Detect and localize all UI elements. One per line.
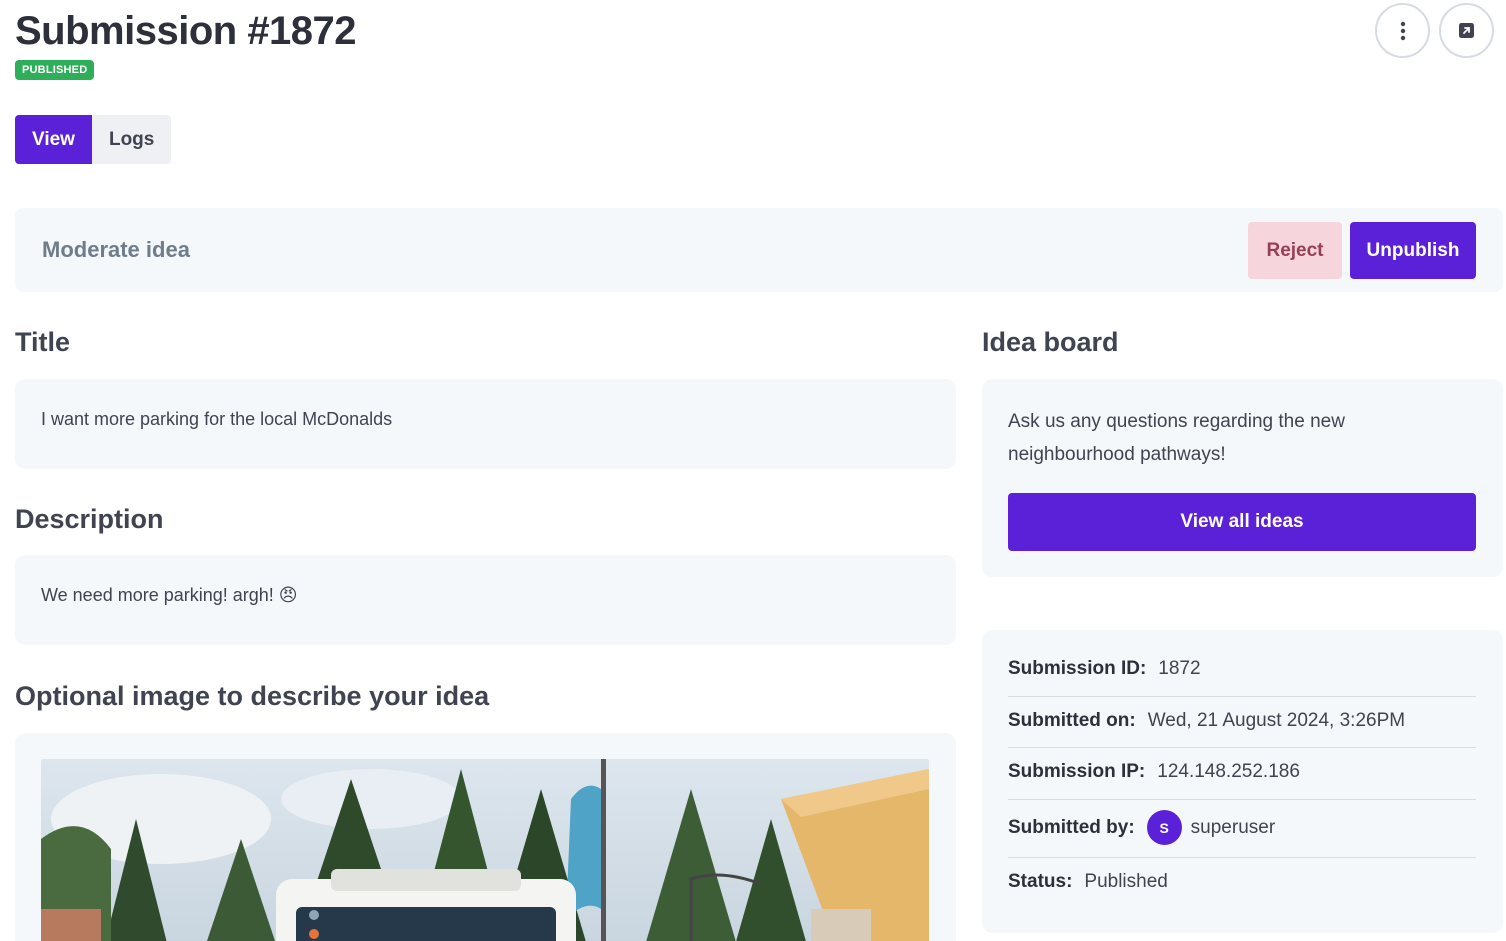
submission-ip-label: Submission IP: <box>1008 761 1146 782</box>
description-card: We need more parking! argh! 😠 <box>15 555 956 645</box>
moderation-label: Moderate idea <box>42 237 190 262</box>
status-label: Status: <box>1008 871 1073 892</box>
tab-logs[interactable]: Logs <box>91 115 172 164</box>
unpublish-button[interactable]: Unpublish <box>1350 222 1476 279</box>
submission-id-row: Submission ID: 1872 <box>1008 658 1476 680</box>
title-value: I want more parking for the local McDona… <box>41 409 393 429</box>
status-value: Published <box>1084 871 1168 892</box>
view-all-ideas-button[interactable]: View all ideas <box>1008 493 1476 551</box>
more-options-button[interactable] <box>1375 3 1430 58</box>
idea-board-heading: Idea board <box>982 327 1119 357</box>
image-card <box>15 733 956 941</box>
submitted-on-value: Wed, 21 August 2024, 3:26PM <box>1147 710 1406 731</box>
submitted-by-row: Submitted by: S superuser <box>1008 810 1476 845</box>
description-heading: Description <box>15 504 164 534</box>
tab-bar: View Logs <box>15 115 172 164</box>
description-value: We need more parking! argh! 😠 <box>41 585 298 605</box>
open-external-button[interactable] <box>1439 3 1494 58</box>
submitted-on-label: Submitted on: <box>1008 710 1136 731</box>
divider <box>1008 696 1476 697</box>
submission-id-label: Submission ID: <box>1008 658 1147 679</box>
tab-view[interactable]: View <box>15 115 92 164</box>
reject-button[interactable]: Reject <box>1248 222 1342 279</box>
submission-id-value: 1872 <box>1158 658 1201 679</box>
avatar[interactable]: S <box>1146 810 1182 845</box>
vertical-dots-icon <box>1400 21 1405 40</box>
submission-ip-row: Submission IP: 124.148.252.186 <box>1008 761 1476 783</box>
submitted-by-value[interactable]: superuser <box>1191 817 1276 839</box>
submission-photo[interactable] <box>41 759 929 941</box>
submission-ip-value: 124.148.252.186 <box>1157 761 1300 782</box>
status-badge: PUBLISHED <box>15 60 95 80</box>
image-heading: Optional image to describe your idea <box>15 681 490 711</box>
status-row: Status: Published <box>1008 871 1476 893</box>
title-card: I want more parking for the local McDona… <box>15 379 956 469</box>
submission-details-card: Submission ID: 1872 Submitted on: Wed, 2… <box>982 630 1503 933</box>
divider <box>1008 747 1476 748</box>
moderation-panel: Moderate idea Reject Unpublish <box>15 208 1503 292</box>
idea-board-card: Ask us any questions regarding the new n… <box>982 379 1503 577</box>
bus-photo-image <box>41 759 929 941</box>
divider <box>1008 857 1476 858</box>
divider <box>1008 799 1476 800</box>
idea-board-description: Ask us any questions regarding the new n… <box>1008 411 1345 465</box>
submitted-on-row: Submitted on: Wed, 21 August 2024, 3:26P… <box>1008 710 1476 732</box>
external-link-icon <box>1459 23 1474 38</box>
submitted-by-label: Submitted by: <box>1008 816 1135 838</box>
page-title: Submission #1872 <box>15 9 357 53</box>
title-heading: Title <box>15 327 71 357</box>
